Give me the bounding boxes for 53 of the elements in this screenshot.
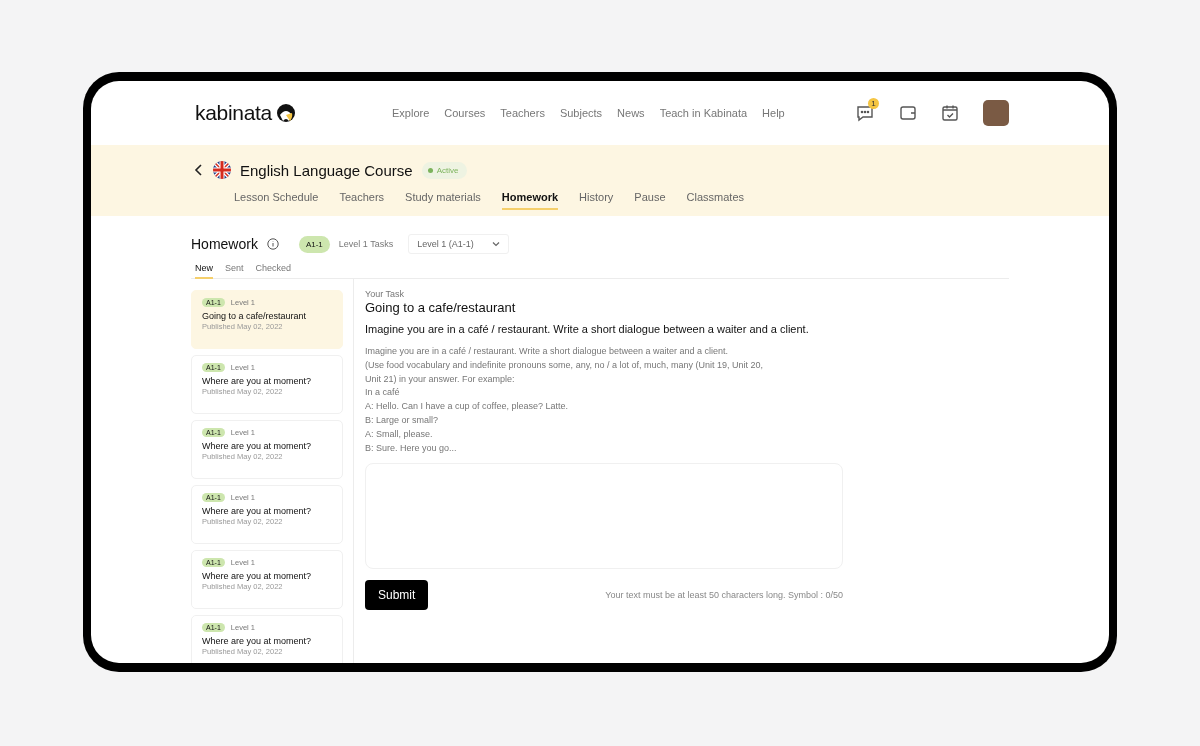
course-tab[interactable]: History — [579, 191, 614, 210]
info-icon[interactable] — [266, 238, 279, 250]
task-title: Where are you at moment? — [202, 571, 313, 581]
task-text-line: B: Large or small? — [365, 414, 440, 427]
level-badge: A1-1 — [298, 235, 330, 253]
nav-link[interactable]: Courses — [444, 107, 486, 119]
task-title: Where are you at moment? — [202, 506, 313, 516]
task-summary: Imagine you are in a café / restaurant. Write a short dialogue between a waiter and a client. — [365, 323, 809, 335]
task-text-line: A: Small, please. — [365, 427, 434, 441]
nav-link[interactable]: News — [617, 107, 645, 119]
course-tab[interactable]: Pause — [634, 191, 666, 210]
level-label: Level 1 Tasks — [338, 239, 394, 249]
course-title: English Language Course — [240, 161, 413, 179]
task-caption: Your Task — [365, 289, 405, 299]
task-text-line: Imagine you are in a café / restaurant. Write a short dialogue between a waiter and a client. — [365, 345, 730, 358]
chevron-down-icon — [491, 241, 500, 247]
task-title: Going to a cafe/restaurant — [202, 311, 308, 321]
notification-badge: 1 — [868, 98, 879, 109]
homework-title: Homework — [191, 236, 258, 252]
task-title: Where are you at moment? — [202, 636, 313, 646]
filter-tab[interactable]: Sent — [225, 263, 244, 279]
nav-link[interactable]: Help — [762, 107, 785, 119]
task-text-line: B: Sure. Here you go... — [365, 441, 458, 455]
nav-link[interactable]: Teach in Kabinata — [659, 107, 748, 119]
task-text-line: Unit 21) in your answer. For example: — [365, 372, 516, 386]
back-icon[interactable] — [194, 164, 204, 176]
logo-text[interactable]: kabinata — [195, 101, 272, 125]
filter-tab[interactable]: New — [195, 263, 213, 279]
filter-tab[interactable]: Checked — [255, 263, 292, 279]
status-badge: Active — [421, 161, 468, 179]
course-tab[interactable]: Study materials — [405, 191, 481, 210]
calendar-icon[interactable] — [941, 104, 959, 122]
chat-icon[interactable] — [855, 103, 875, 123]
task-heading: Going to a cafe/restaurant — [365, 300, 516, 315]
wallet-icon[interactable] — [899, 104, 917, 122]
nav-link[interactable]: Subjects — [559, 107, 603, 119]
task-text-line: In a café — [365, 386, 401, 400]
task-title: Where are you at moment? — [202, 441, 313, 451]
logo-icon — [276, 103, 296, 123]
course-tab[interactable]: Lesson Schedule — [234, 191, 319, 210]
task-text-line: (Use food vocabulary and indefinite pronouns some, any, no / a lot of, much, many (Unit 19, Unit 20, — [365, 358, 764, 372]
avatar[interactable] — [983, 100, 1009, 126]
nav-link[interactable]: Teachers — [500, 107, 545, 119]
task-text-line: A: Hello. Can I have a cup of coffee, please? Latte. — [365, 400, 569, 414]
character-count-hint: Your text must be at least 50 characters long. Symbol : 0/50 — [605, 590, 843, 601]
course-tab[interactable]: Teachers — [339, 191, 385, 210]
level-select[interactable]: Level 1 (A1-1) — [408, 234, 509, 254]
flag-icon — [213, 161, 231, 179]
task-title: Where are you at moment? — [202, 376, 313, 386]
nav-link[interactable]: Explore — [392, 107, 430, 119]
course-tab[interactable]: Classmates — [686, 191, 744, 210]
submit-button[interactable]: Submit — [365, 580, 429, 611]
course-tab[interactable]: Homework — [501, 191, 559, 210]
